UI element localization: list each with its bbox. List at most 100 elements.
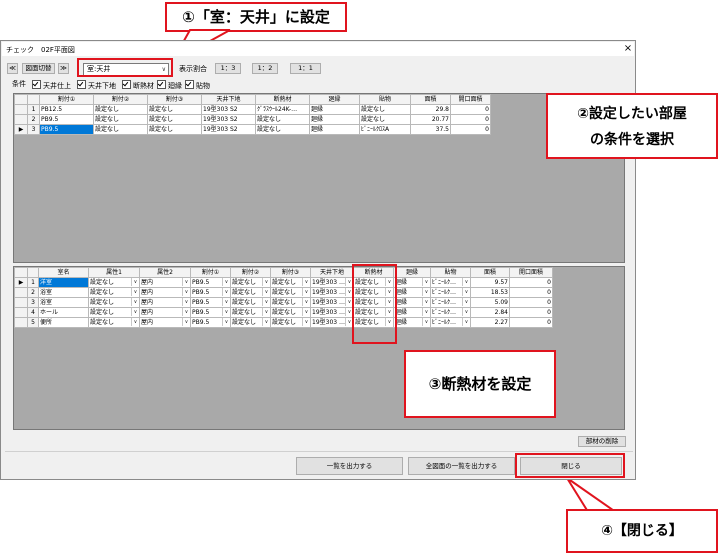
cell-layout3-select[interactable]: 設定なし ∨ xyxy=(270,307,311,318)
cell-attr2-select[interactable]: 屋内 ∨ xyxy=(139,277,191,288)
cell-area[interactable]: 20.77 xyxy=(410,114,451,125)
cell-molding-select[interactable]: 廻縁 ∨ xyxy=(393,287,431,298)
cell-attr1-select[interactable]: 設定なし ∨ xyxy=(88,287,140,298)
chevron-down-icon[interactable]: ∨ xyxy=(182,288,190,296)
cell-layout2-select[interactable]: 設定なし ∨ xyxy=(230,297,271,308)
cell-opening-area[interactable]: 0 xyxy=(450,124,491,135)
cell-ceiling-base-select[interactable]: 19型303 … ∨ xyxy=(310,307,354,318)
chevron-down-icon[interactable]: ∨ xyxy=(262,288,270,296)
cell-attr1-select[interactable]: 設定なし ∨ xyxy=(88,307,140,318)
cell-molding[interactable]: 廻縁 xyxy=(309,124,360,135)
chevron-down-icon[interactable]: ∨ xyxy=(182,318,190,326)
cell-insulation[interactable]: 設定なし xyxy=(255,114,310,125)
cell-area[interactable]: 29.8 xyxy=(410,104,451,115)
cell-covering-select[interactable]: ﾋﾞﾆｰﾙｸ… ∨ xyxy=(430,277,471,288)
cell-area[interactable]: 18.53 xyxy=(470,287,510,298)
chevron-down-icon[interactable]: ∨ xyxy=(131,298,139,306)
condition-insulation[interactable]: 断熱材 xyxy=(122,80,154,91)
cell-layout2-select[interactable]: 設定なし ∨ xyxy=(230,287,271,298)
chevron-down-icon[interactable]: ∨ xyxy=(462,288,470,296)
cell-opening-area[interactable]: 0 xyxy=(450,104,491,115)
cell-attr2-select[interactable]: 屋内 ∨ xyxy=(139,287,191,298)
cell-molding[interactable]: 廻縁 xyxy=(309,114,360,125)
chevron-down-icon[interactable]: ∨ xyxy=(302,308,310,316)
cell-ceiling-base-select[interactable]: 19型303 … ∨ xyxy=(310,297,354,308)
chevron-down-icon[interactable]: ∨ xyxy=(262,318,270,326)
chevron-down-icon[interactable]: ∨ xyxy=(222,308,230,316)
export-all-drawings-button[interactable]: 全図面の一覧を出力する xyxy=(408,457,515,475)
cell-opening-area[interactable]: 0 xyxy=(509,277,553,288)
chevron-down-icon[interactable]: ∨ xyxy=(422,288,430,296)
table-row[interactable]: 2 PB9.5 設定なし 設定なし 19型303 S2 設定なし 廻縁 設定なし… xyxy=(14,114,491,125)
cell-covering[interactable]: 設定なし xyxy=(359,114,411,125)
cell-molding-select[interactable]: 廻縁 ∨ xyxy=(393,317,431,328)
cell-opening-area[interactable]: 0 xyxy=(509,317,553,328)
cell-covering[interactable]: ﾋﾞﾆｰﾙｸﾛｽA xyxy=(359,124,411,135)
cell-layout1-selected[interactable]: PB9.5 xyxy=(39,124,94,135)
chevron-down-icon[interactable]: ∨ xyxy=(131,308,139,316)
cell-layout3[interactable]: 設定なし xyxy=(147,124,202,135)
cell-layout1-select[interactable]: PB9.5 ∨ xyxy=(190,307,231,318)
cell-ceiling-base-select[interactable]: 19型303 … ∨ xyxy=(310,277,354,288)
cell-insulation[interactable]: 設定なし xyxy=(255,124,310,135)
chevron-down-icon[interactable]: ∨ xyxy=(462,308,470,316)
cell-layout2-select[interactable]: 設定なし ∨ xyxy=(230,317,271,328)
chevron-down-icon[interactable]: ∨ xyxy=(262,298,270,306)
cell-layout2[interactable]: 設定なし xyxy=(93,104,148,115)
chevron-down-icon[interactable]: ∨ xyxy=(462,318,470,326)
cell-attr2-select[interactable]: 屋内 ∨ xyxy=(139,307,191,318)
chevron-down-icon[interactable]: ∨ xyxy=(222,288,230,296)
cell-room-name[interactable]: 浴室 xyxy=(38,297,89,308)
chevron-down-icon[interactable]: ∨ xyxy=(182,298,190,306)
cell-layout1[interactable]: PB12.5 xyxy=(39,104,94,115)
cell-attr1-select[interactable]: 設定なし ∨ xyxy=(88,297,140,308)
chevron-down-icon[interactable]: ∨ xyxy=(302,318,310,326)
close-icon[interactable]: × xyxy=(621,42,635,56)
cell-attr2-select[interactable]: 屋内 ∨ xyxy=(139,297,191,308)
ratio-1-2-button[interactable]: 1：2 xyxy=(252,63,278,74)
cell-molding-select[interactable]: 廻縁 ∨ xyxy=(393,297,431,308)
chevron-down-icon[interactable]: ∨ xyxy=(182,308,190,316)
cell-layout3-select[interactable]: 設定なし ∨ xyxy=(270,297,311,308)
chevron-down-icon[interactable]: ∨ xyxy=(462,278,470,286)
cell-molding-select[interactable]: 廻縁 ∨ xyxy=(393,277,431,288)
cell-layout2[interactable]: 設定なし xyxy=(93,124,148,135)
condition-covering[interactable]: 貼物 xyxy=(185,80,210,91)
table-row[interactable]: 1 PB12.5 設定なし 設定なし 19型303 S2 ｸﾞﾗｽｳｰﾙ24K-… xyxy=(14,104,491,115)
ratio-1-3-button[interactable]: 1：3 xyxy=(215,63,241,74)
cell-ceiling-base-select[interactable]: 19型303 … ∨ xyxy=(310,287,354,298)
cell-layout3-select[interactable]: 設定なし ∨ xyxy=(270,277,311,288)
cell-area[interactable]: 2.27 xyxy=(470,317,510,328)
chevron-down-icon[interactable]: ∨ xyxy=(462,298,470,306)
prev-drawing-button[interactable]: ≪ xyxy=(7,63,18,74)
switch-drawing-button[interactable]: 図面切替 xyxy=(22,63,55,74)
cell-opening-area[interactable]: 0 xyxy=(450,114,491,125)
condition-molding[interactable]: 廻縁 xyxy=(157,80,182,91)
chevron-down-icon[interactable]: ∨ xyxy=(222,278,230,286)
cell-covering[interactable]: 設定なし xyxy=(359,104,411,115)
chevron-down-icon[interactable]: ∨ xyxy=(422,308,430,316)
cell-opening-area[interactable]: 0 xyxy=(509,297,553,308)
table-row-selected[interactable]: ▶ 3 PB9.5 設定なし 設定なし 19型303 S2 設定なし 廻縁 ﾋﾞ… xyxy=(14,124,491,135)
cell-layout3[interactable]: 設定なし xyxy=(147,114,202,125)
cell-area[interactable]: 2.84 xyxy=(470,307,510,318)
cell-area[interactable]: 37.5 xyxy=(410,124,451,135)
export-list-button[interactable]: 一覧を出力する xyxy=(296,457,403,475)
cell-covering-select[interactable]: ﾋﾞﾆｰﾙｸ… ∨ xyxy=(430,297,471,308)
cell-room-name[interactable]: 浴室 xyxy=(38,287,89,298)
cell-layout1-select[interactable]: PB9.5 ∨ xyxy=(190,297,231,308)
table-row[interactable]: 2 浴室 設定なし ∨ 屋内 ∨ PB9.5 ∨ 設定なし ∨ 設定なし ∨ 19型303… xyxy=(14,287,553,298)
chevron-down-icon[interactable]: ∨ xyxy=(302,298,310,306)
cell-molding-select[interactable]: 廻縁 ∨ xyxy=(393,307,431,318)
cell-opening-area[interactable]: 0 xyxy=(509,307,553,318)
cell-insulation[interactable]: ｸﾞﾗｽｳｰﾙ24K-… xyxy=(255,104,310,115)
cell-layout3[interactable]: 設定なし xyxy=(147,104,202,115)
cell-layout1[interactable]: PB9.5 xyxy=(39,114,94,125)
table-row[interactable]: 5 便所 設定なし ∨ 屋内 ∨ PB9.5 ∨ 設定なし ∨ 設定なし ∨ 19型303… xyxy=(14,317,553,328)
chevron-down-icon[interactable]: ∨ xyxy=(131,278,139,286)
cell-molding[interactable]: 廻縁 xyxy=(309,104,360,115)
chevron-down-icon[interactable]: ∨ xyxy=(182,278,190,286)
delete-member-button[interactable]: 部材の削除 xyxy=(578,436,626,447)
cell-layout1-select[interactable]: PB9.5 ∨ xyxy=(190,317,231,328)
condition-ceiling-finish[interactable]: 天井仕上 xyxy=(32,80,71,91)
